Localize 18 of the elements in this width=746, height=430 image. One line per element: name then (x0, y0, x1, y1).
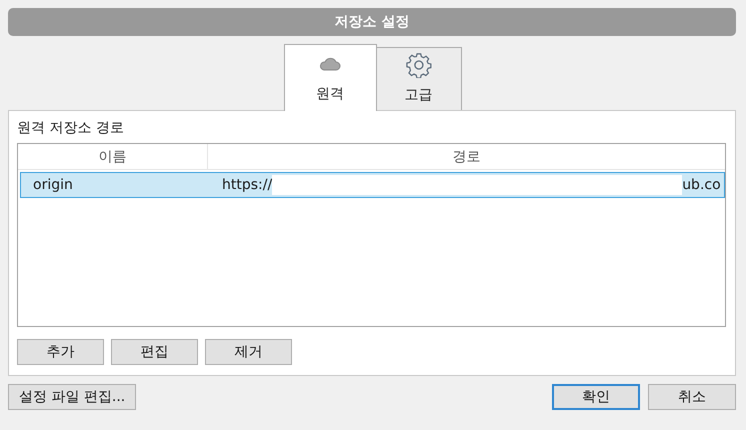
list-button[interactable]: 편집 (111, 339, 198, 365)
tab[interactable]: 고급 (376, 47, 462, 110)
settings-icon (406, 52, 432, 78)
url-text: https:// (222, 177, 272, 193)
tab[interactable]: 원격 (284, 44, 376, 111)
column-header[interactable]: 이름 (18, 144, 208, 169)
url-text: ub.co (682, 177, 721, 193)
table-row[interactable]: origin https:// ub.co (20, 172, 725, 198)
edit-config-button[interactable]: 설정 파일 편집... (8, 384, 136, 410)
cloud-icon (319, 57, 341, 71)
table-cell: origin (33, 177, 73, 193)
dialog-button[interactable]: 취소 (648, 384, 736, 410)
section-label: 원격 저장소 경로 (17, 119, 125, 137)
column-header[interactable]: 경로 (208, 144, 725, 169)
list-button[interactable]: 추가 (17, 339, 104, 365)
dialog-button[interactable]: 확인 (552, 384, 640, 410)
window-title: 저장소 설정 (8, 8, 736, 36)
list-button[interactable]: 제거 (205, 339, 292, 365)
